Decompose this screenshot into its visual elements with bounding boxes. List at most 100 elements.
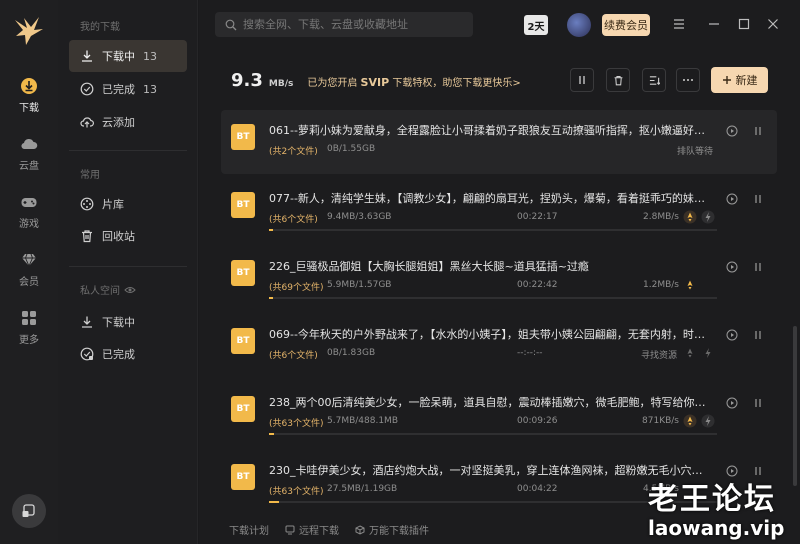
pause-all-button[interactable] [570, 68, 594, 92]
check-lock-icon [80, 347, 94, 361]
svip-hint-suffix: 下载特权，助您下载更快乐> [392, 78, 521, 89]
download-plan-label: 下载计划 [229, 526, 269, 537]
rail-games[interactable]: 游戏 [0, 186, 58, 236]
play-button[interactable] [725, 260, 739, 274]
nav-private-completed[interactable]: 已完成 [69, 338, 187, 370]
task-title: 077--新人，清纯学生妹，【调教少女】，翩翩的扇耳光，捏奶头，爆菊，看着挺乖巧… [269, 192, 713, 205]
task-eta: 00:09:26 [517, 416, 558, 426]
rocket-icon[interactable] [683, 414, 697, 428]
ellipsis-icon [683, 79, 693, 81]
close-button[interactable] [763, 14, 783, 34]
lightning-icon[interactable] [701, 414, 715, 428]
remote-download-link[interactable]: 远程下载 [285, 522, 339, 537]
rail-member[interactable]: 会员 [0, 244, 58, 294]
svip-hint-prefix: 已为您开启 [307, 78, 358, 89]
task-eta: 00:22:42 [517, 280, 558, 290]
play-button[interactable] [725, 124, 739, 138]
avatar[interactable] [567, 13, 591, 37]
search-box[interactable] [215, 12, 473, 37]
watermark-cn: 老王论坛 [648, 482, 776, 517]
total-speed-unit: MB/s [268, 79, 294, 89]
pause-icon [579, 76, 585, 84]
mini-mode-button[interactable] [12, 494, 46, 528]
nav-library[interactable]: 片库 [69, 188, 187, 220]
hamburger-icon [674, 19, 684, 29]
task-eta: 00:22:17 [517, 212, 558, 222]
rail-more-label: 更多 [19, 334, 39, 346]
task-list-scrollbar[interactable] [793, 326, 797, 486]
rail-member-label: 会员 [19, 276, 39, 288]
menu-button[interactable] [669, 14, 689, 34]
nav-cloud-add[interactable]: 云添加 [69, 106, 187, 138]
nav-private-completed-label: 已完成 [102, 348, 135, 361]
gamepad-icon [21, 197, 37, 207]
pause-button[interactable] [751, 396, 765, 410]
task-progress-fill [269, 501, 280, 503]
play-circle-icon [726, 397, 738, 409]
play-button[interactable] [725, 328, 739, 342]
remote-icon [285, 525, 295, 534]
eye-icon[interactable] [124, 285, 136, 295]
main-panel: 2天 续费会员 9.3 MB/s 已为您开启 SVIP 下载特权，助您下载更快乐… [199, 0, 800, 544]
rail-more[interactable]: 更多 [0, 302, 58, 352]
task-row[interactable]: BT 077--新人，清纯学生妹，【调教少女】，翩翩的扇耳光，捏奶头，爆菊，看着… [221, 178, 777, 242]
delete-button[interactable] [606, 68, 630, 92]
rail-cloud[interactable]: 云盘 [0, 128, 58, 178]
search-input[interactable] [243, 18, 463, 31]
task-meta: (共6个文件) 9.4MB/3.63GB 00:22:17 2.8MB/s [269, 210, 717, 226]
minimize-button[interactable] [704, 14, 724, 34]
rail-games-label: 游戏 [19, 218, 39, 230]
nav-divider [69, 150, 187, 151]
task-title: 226_巨骚极品御姐【大胸长腿姐姐】黑丝大长腿~道具猛插~过瘾 [269, 260, 589, 273]
plugin-link[interactable]: 万能下载插件 [355, 522, 429, 537]
pause-button[interactable] [751, 124, 765, 138]
task-row[interactable]: BT 226_巨骚极品御姐【大胸长腿姐姐】黑丝大长腿~道具猛插~过瘾 (共69个… [221, 246, 777, 310]
trash-icon [614, 75, 622, 85]
task-row[interactable]: BT 069--今年秋天的户外野战来了，【水水的小姨子】，姐夫带小姨公园翩翩，无… [221, 314, 777, 378]
rail-download[interactable]: 下载 [0, 70, 58, 120]
more-options-button[interactable] [676, 68, 700, 92]
task-speed: 2.8MB/s [643, 212, 679, 222]
task-title: 069--今年秋天的户外野战来了，【水水的小姨子】，姐夫带小姨公园翩翩，无套内射… [269, 328, 713, 341]
rocket-icon[interactable] [683, 210, 697, 224]
bt-file-icon: BT [231, 464, 255, 490]
rocket-icon[interactable] [683, 346, 697, 360]
download-arrow-icon [82, 50, 92, 62]
nav-section-common: 常用 [80, 170, 100, 181]
pause-button[interactable] [751, 328, 765, 342]
nav-section-mine: 我的下载 [80, 22, 120, 33]
nav-recycle[interactable]: 回收站 [69, 220, 187, 252]
plugin-label: 万能下载插件 [369, 526, 429, 537]
sort-button[interactable] [642, 68, 666, 92]
download-nav: 我的下载 下载中 13 已完成 13 云添加 常用 片库 回收站 私人空间 下载… [58, 0, 198, 544]
rocket-icon[interactable] [683, 278, 697, 292]
days-remaining-badge[interactable]: 2天 [524, 15, 548, 35]
lightning-icon[interactable] [701, 346, 715, 360]
remote-download-label: 远程下载 [299, 526, 339, 537]
svip-hint-link[interactable]: 已为您开启 SVIP 下载特权，助您下载更快乐> [307, 74, 520, 89]
lightning-icon[interactable] [701, 210, 715, 224]
nav-private-downloading[interactable]: 下载中 [69, 306, 187, 338]
cloud-icon [21, 138, 38, 149]
nav-section-private: 私人空间 [80, 282, 136, 297]
nav-downloading[interactable]: 下载中 13 [69, 40, 187, 72]
speed-bar: 9.3 MB/s 已为您开启 SVIP 下载特权，助您下载更快乐> [231, 70, 521, 91]
play-circle-icon [726, 125, 738, 137]
task-row[interactable]: BT 238_两个00后清纯美少女，一脸呆萌，道具自慰，震动棒插嫩穴，微毛肥鲍，… [221, 382, 777, 446]
nav-completed[interactable]: 已完成 13 [69, 73, 187, 105]
nav-downloading-label: 下载中 [102, 50, 135, 63]
nav-divider [69, 266, 187, 267]
maximize-button[interactable] [734, 14, 754, 34]
rail-cloud-label: 云盘 [19, 160, 39, 172]
pause-button[interactable] [751, 192, 765, 206]
pause-button[interactable] [751, 260, 765, 274]
nav-completed-label: 已完成 [102, 83, 135, 96]
play-button[interactable] [725, 192, 739, 206]
task-title: 238_两个00后清纯美少女，一脸呆萌，道具自慰，震动棒插嫩穴，微毛肥鲍，特写给… [269, 396, 713, 409]
new-task-button[interactable]: 新建 [711, 67, 768, 93]
download-plan-link[interactable]: 下载计划 [229, 522, 269, 537]
play-button[interactable] [725, 396, 739, 410]
check-circle-icon [80, 82, 94, 96]
renew-vip-button[interactable]: 续费会员 [602, 14, 650, 36]
task-row[interactable]: BT 061--萝莉小妹为爱献身，全程露脸让小哥揉着奶子跟狼友互动撩骚听指挥，抠… [221, 110, 777, 174]
